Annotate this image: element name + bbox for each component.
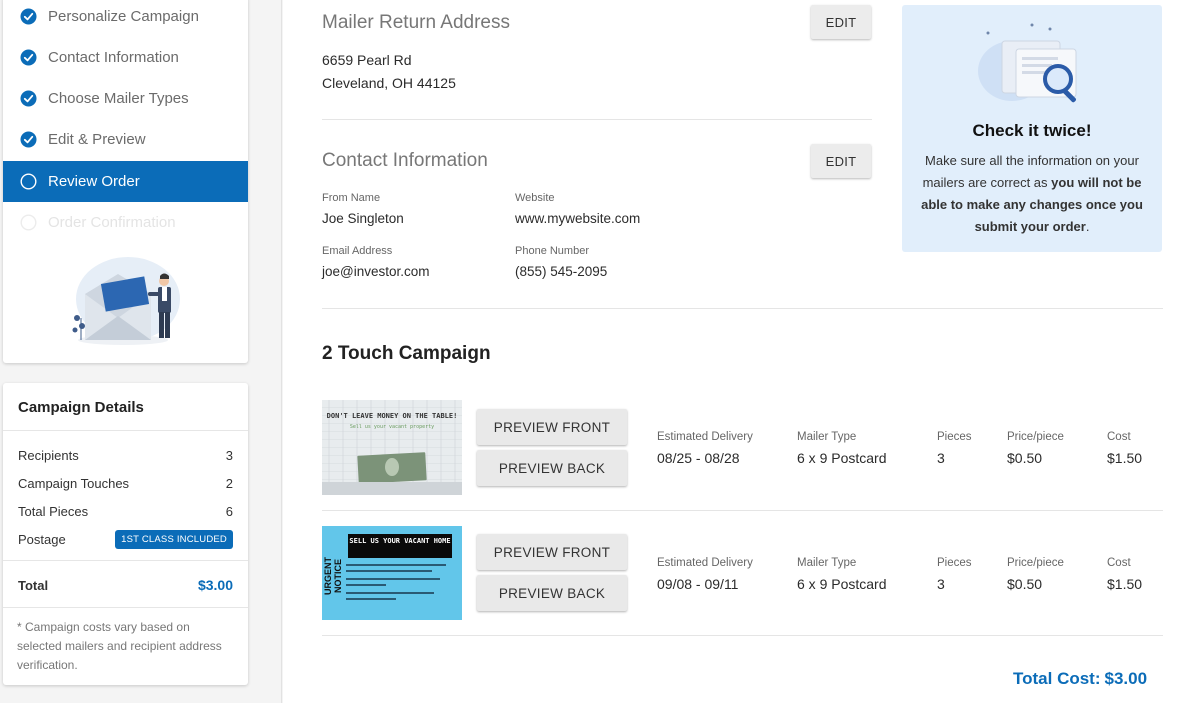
detail-value: 2 — [225, 475, 233, 491]
check-it-twice-tip: Check it twice! Make sure all the inform… — [902, 5, 1162, 252]
tip-text-end: . — [1085, 219, 1090, 234]
detail-row-recipients: Recipients 3 — [18, 445, 233, 465]
price-label: Price/piece — [1007, 557, 1064, 569]
from-name-value: Joe Singleton — [322, 211, 404, 226]
website-label: Website — [515, 192, 555, 204]
step-label: Review Order — [48, 173, 140, 190]
check-circle-icon — [20, 90, 37, 107]
envelope-man-illustration — [72, 257, 180, 345]
magnifier-document-illustration — [978, 23, 1077, 103]
step-personalize-campaign[interactable]: Personalize Campaign — [3, 0, 248, 37]
total-value: $3.00 — [197, 577, 233, 593]
divider — [322, 119, 872, 120]
edit-contact-info-button[interactable]: EDIT — [811, 144, 871, 178]
mailer-2-thumbnail[interactable]: URGENT NOTICE SELL US YOUR VACANT HOME — [322, 526, 462, 620]
mailer-1-thumb-sub: Sell us your vacant property — [349, 424, 435, 430]
cost-label: Cost — [1107, 431, 1131, 443]
detail-label: Campaign Touches — [18, 475, 130, 491]
check-circle-icon — [20, 49, 37, 66]
price-label: Price/piece — [1007, 431, 1064, 443]
cost-label: Cost — [1107, 557, 1131, 569]
mailer-1-pieces: 3 — [937, 450, 945, 466]
empty-circle-icon — [20, 214, 37, 231]
detail-label: Postage — [18, 531, 66, 547]
review-order-main: Mailer Return Address EDIT 6659 Pearl Rd… — [283, 0, 1198, 703]
step-label: Order Confirmation — [48, 214, 176, 231]
step-choose-mailer-types[interactable]: Choose Mailer Types — [3, 78, 248, 119]
total-cost: Total Cost: $3.00 — [1013, 669, 1147, 689]
check-circle-icon — [20, 131, 37, 148]
detail-value: 3 — [225, 447, 233, 463]
mailer-type-label: Mailer Type — [797, 557, 857, 569]
step-label: Personalize Campaign — [48, 8, 199, 25]
delivery-label: Estimated Delivery — [657, 431, 753, 443]
mailer-2-preview-front-button[interactable]: PREVIEW FRONT — [477, 534, 627, 570]
tip-text: Make sure all the information on your ma… — [916, 150, 1148, 238]
mailer-1-type: 6 x 9 Postcard — [797, 450, 887, 466]
mailer-1-preview-back-button[interactable]: PREVIEW BACK — [477, 450, 627, 486]
mailer-1-price: $0.50 — [1007, 450, 1043, 466]
check-circle-icon — [20, 8, 37, 25]
step-label: Contact Information — [48, 49, 179, 66]
detail-row-campaign-touches: Campaign Touches 2 — [18, 473, 233, 493]
total-cost-value: $3.00 — [1104, 669, 1148, 688]
detail-label: Recipients — [18, 447, 79, 463]
mailer-2-pieces: 3 — [937, 576, 945, 592]
tip-title: Check it twice! — [972, 121, 1092, 140]
delivery-label: Estimated Delivery — [657, 557, 753, 569]
campaign-title: 2 Touch Campaign — [322, 343, 491, 364]
pieces-label: Pieces — [937, 557, 972, 569]
mailer-1-thumb-headline: DON'T LEAVE MONEY ON THE TABLE! — [326, 412, 458, 420]
total-cost-label: Total Cost: — [1013, 669, 1101, 688]
divider — [3, 430, 248, 431]
return-address-line2: Cleveland, OH 44125 — [322, 75, 456, 91]
contact-info-heading: Contact Information — [322, 150, 488, 171]
return-address-heading: Mailer Return Address — [322, 12, 510, 33]
detail-row-total: Total $3.00 — [18, 575, 233, 595]
website-value: www.mywebsite.com — [515, 211, 641, 226]
steps-card: Personalize Campaign Contact Information… — [3, 0, 248, 363]
step-contact-information[interactable]: Contact Information — [3, 37, 248, 78]
mailer-2-cost: $1.50 — [1107, 576, 1143, 592]
detail-value: 6 — [225, 503, 233, 519]
from-name-label: From Name — [322, 192, 381, 204]
postage-badge: 1ST CLASS INCLUDED — [115, 529, 233, 549]
divider — [322, 308, 1163, 309]
mailer-1-preview-front-button[interactable]: PREVIEW FRONT — [477, 409, 627, 445]
step-review-order[interactable]: Review Order — [3, 161, 248, 202]
mailer-1-thumbnail[interactable]: DON'T LEAVE MONEY ON THE TABLE! Sell us … — [322, 400, 462, 495]
mailer-type-label: Mailer Type — [797, 431, 857, 443]
edit-return-address-button[interactable]: EDIT — [811, 5, 871, 39]
step-order-confirmation: Order Confirmation — [3, 202, 248, 243]
divider — [322, 635, 1163, 636]
pieces-label: Pieces — [937, 431, 972, 443]
detail-row-postage: Postage 1ST CLASS INCLUDED — [18, 529, 233, 549]
divider — [3, 560, 248, 561]
mailer-2-price: $0.50 — [1007, 576, 1043, 592]
mailer-2-preview-back-button[interactable]: PREVIEW BACK — [477, 575, 627, 611]
empty-circle-icon — [20, 173, 37, 190]
mailer-2-delivery: 09/08 - 09/11 — [657, 576, 739, 592]
detail-label: Total Pieces — [18, 503, 89, 519]
divider — [3, 607, 248, 608]
step-label: Edit & Preview — [48, 131, 146, 148]
campaign-details-card: Campaign Details Recipients 3 Campaign T… — [3, 383, 248, 685]
phone-label: Phone Number — [515, 245, 589, 257]
mailer-2-type: 6 x 9 Postcard — [797, 576, 887, 592]
detail-row-total-pieces: Total Pieces 6 — [18, 501, 233, 521]
mailer-1-delivery: 08/25 - 08/28 — [657, 450, 740, 466]
campaign-cost-note: * Campaign costs vary based on selected … — [17, 620, 222, 672]
total-label: Total — [18, 577, 49, 593]
step-edit-preview[interactable]: Edit & Preview — [3, 119, 248, 160]
divider — [322, 510, 1163, 511]
mailer-1-cost: $1.50 — [1107, 450, 1143, 466]
campaign-details-title: Campaign Details — [18, 399, 144, 416]
step-label: Choose Mailer Types — [48, 90, 189, 107]
return-address-line1: 6659 Pearl Rd — [322, 52, 412, 68]
email-value: joe@investor.com — [322, 264, 430, 279]
phone-value: (855) 545-2095 — [515, 264, 608, 279]
email-label: Email Address — [322, 245, 393, 257]
sidebar: Personalize Campaign Contact Information… — [0, 0, 282, 703]
